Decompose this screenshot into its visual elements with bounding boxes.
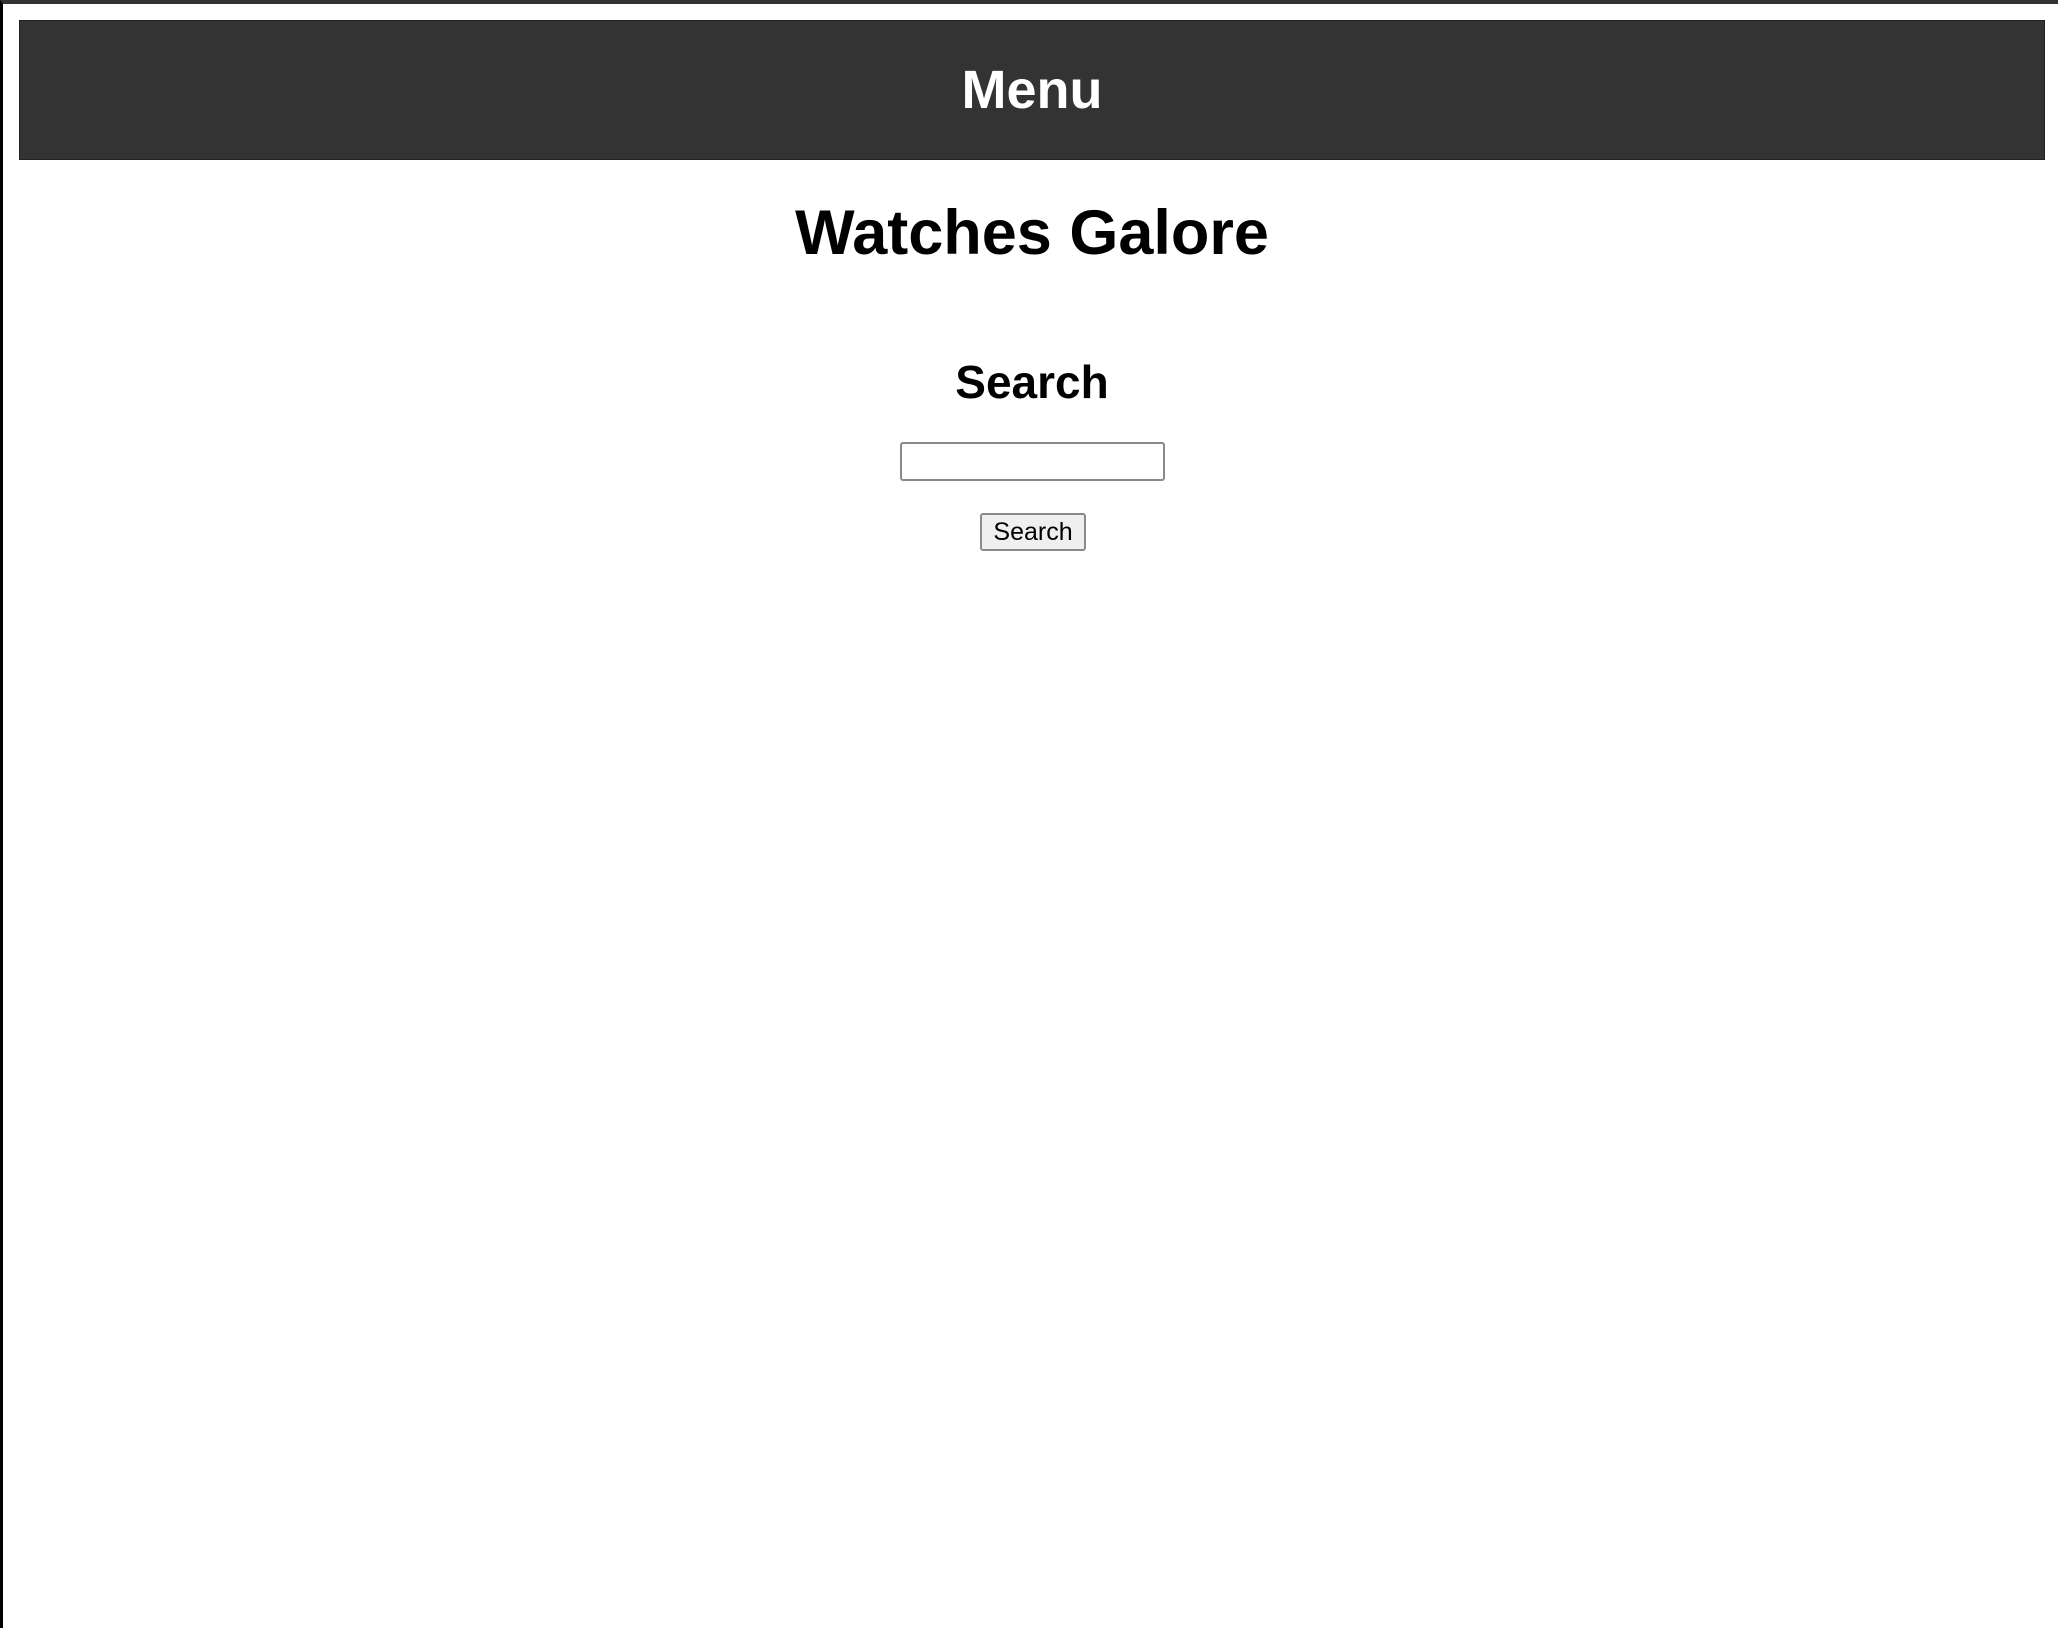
page-frame: Menu Watches Galore Search Search — [0, 0, 2058, 1628]
menu-bar[interactable]: Menu — [19, 20, 2045, 160]
site-title: Watches Galore — [795, 198, 1269, 268]
search-heading: Search — [955, 356, 1109, 408]
search-button[interactable]: Search — [980, 513, 1086, 551]
menu-title[interactable]: Menu — [962, 63, 1103, 117]
search-input[interactable] — [900, 442, 1165, 481]
